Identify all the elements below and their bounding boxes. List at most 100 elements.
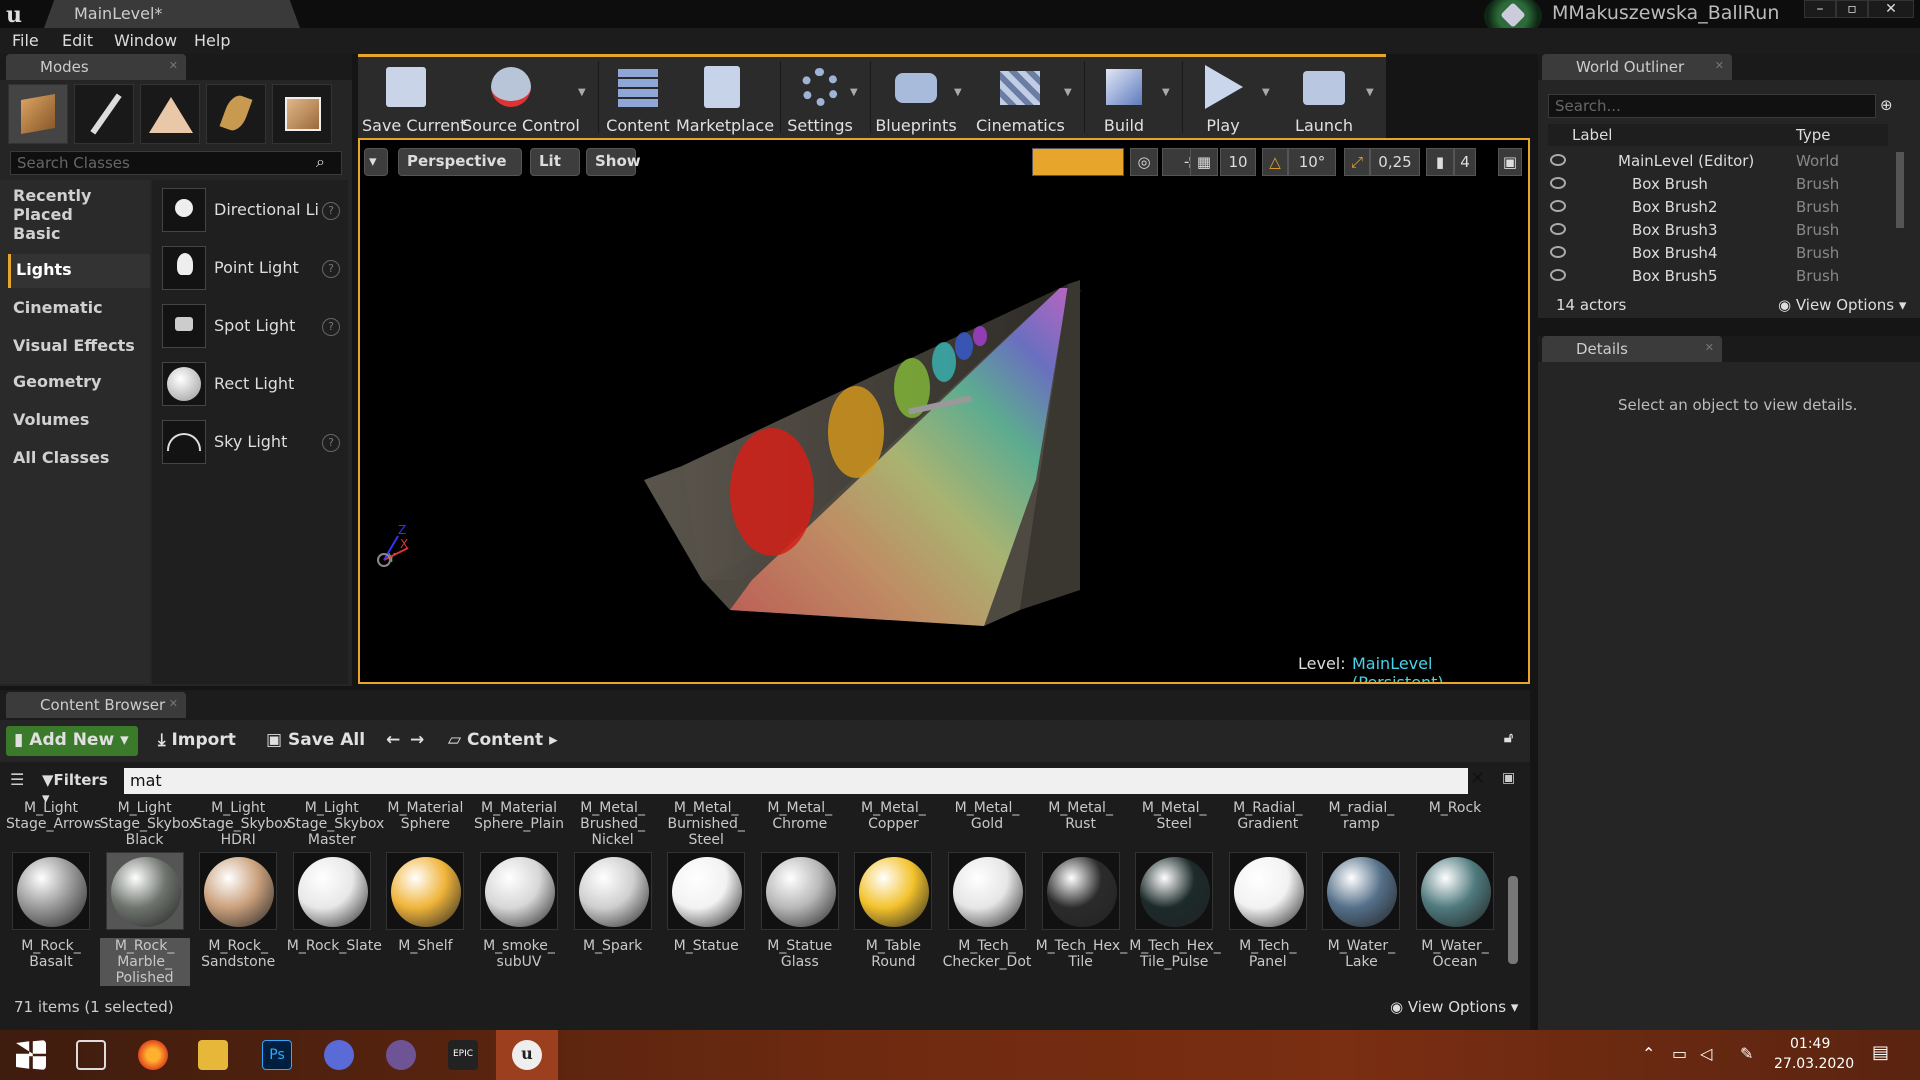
visibility-eye-icon[interactable]	[1550, 269, 1566, 281]
content-view-options[interactable]: ◉ View Options ▾	[1390, 998, 1518, 1016]
start-menu-icon[interactable]	[16, 1040, 46, 1070]
category-basic[interactable]: Basic	[8, 218, 150, 252]
lit-button[interactable]: Lit	[530, 148, 580, 176]
asset-thumbnail[interactable]	[292, 852, 371, 930]
source-control-button[interactable]: Source Control	[462, 57, 580, 137]
asset-thumbnail[interactable]	[760, 852, 839, 930]
asset-thumbnail[interactable]	[199, 852, 278, 930]
asset-label[interactable]: M_radial_ ramp	[1316, 800, 1406, 832]
rotation-snap-icon[interactable]: △	[1262, 148, 1288, 176]
close-tab-icon[interactable]: ✕	[1705, 341, 1714, 354]
asset-thumbnail[interactable]	[386, 852, 465, 930]
maximize-viewport-icon[interactable]: ▣	[1498, 148, 1522, 176]
asset-label[interactable]: M_Tech_Hex_ Tile_Pulse	[1129, 938, 1221, 970]
epic-games-icon[interactable]: EPIC	[448, 1040, 478, 1070]
asset-thumbnail[interactable]	[573, 852, 652, 930]
minimize-button[interactable]: –	[1804, 0, 1836, 18]
light-item-point[interactable]: Point Light ?	[160, 244, 344, 296]
viewport-options-dropdown[interactable]: ▾	[364, 148, 388, 176]
lock-icon[interactable]: 🔓︎	[1496, 726, 1521, 756]
visibility-eye-icon[interactable]	[1550, 246, 1566, 258]
close-tab-icon[interactable]: ✕	[1715, 59, 1724, 72]
clear-search-icon[interactable]: ✕	[1470, 768, 1485, 789]
unreal-editor-taskbar-button[interactable]: u	[496, 1030, 558, 1080]
clock-date[interactable]: 27.03.2020	[1774, 1056, 1854, 1072]
filters-button[interactable]: ▼Filters ▾	[38, 768, 120, 807]
outliner-search-input[interactable]: Search...	[1548, 94, 1876, 118]
build-dropdown-icon[interactable]: ▼	[1162, 87, 1170, 98]
search-classes-input[interactable]: Search Classes	[10, 151, 342, 175]
asset-label[interactable]: M_Metal_ Chrome	[755, 800, 845, 832]
show-button[interactable]: Show	[586, 148, 641, 176]
menu-help[interactable]: Help	[194, 31, 230, 50]
outliner-row[interactable]: Box Brush5 Brush	[1548, 265, 1888, 287]
details-tab[interactable]: Details ✕	[1542, 336, 1722, 362]
outliner-row[interactable]: Box Brush Brush	[1548, 173, 1888, 195]
launch-dropdown-icon[interactable]: ▼	[1366, 87, 1374, 98]
menu-edit[interactable]: Edit	[62, 31, 93, 50]
asset-label[interactable]: M_Material Sphere_Plain	[474, 800, 564, 832]
play-dropdown-icon[interactable]: ▼	[1262, 87, 1270, 98]
volume-icon[interactable]: ◁	[1700, 1044, 1712, 1063]
save-all-button[interactable]: ▣ Save All	[258, 726, 373, 756]
content-search-input[interactable]: mat	[124, 768, 1468, 794]
column-type[interactable]: Type	[1796, 126, 1830, 144]
close-window-button[interactable]: ✕	[1868, 0, 1914, 18]
settings-button[interactable]: Settings	[782, 57, 858, 137]
forward-button[interactable]: →	[402, 726, 432, 756]
outliner-scrollbar[interactable]	[1896, 152, 1904, 228]
asset-label[interactable]: M_Rock_ Basalt	[6, 938, 96, 970]
category-lights[interactable]: Lights	[8, 254, 150, 288]
outliner-row[interactable]: Box Brush3 Brush	[1548, 219, 1888, 241]
asset-thumbnail[interactable]	[1416, 852, 1494, 930]
scale-snap-value[interactable]: 0,25	[1370, 148, 1420, 176]
asset-thumbnail[interactable]	[854, 852, 933, 930]
light-item-directional[interactable]: Directional Light ?	[160, 186, 344, 238]
asset-label[interactable]: M_Metal_ Steel	[1129, 800, 1219, 832]
add-actor-icon[interactable]: ⊕	[1880, 96, 1893, 114]
source-control-dropdown-icon[interactable]: ▼	[578, 87, 586, 98]
launch-button[interactable]: Launch	[1284, 57, 1364, 137]
level-viewport[interactable]: X Z Y ▾ Perspective Lit Show ◎ ⊹ ▦ 10 △ …	[358, 138, 1530, 684]
asset-label[interactable]: M_Material Sphere	[380, 800, 470, 832]
help-icon[interactable]: ?	[322, 202, 340, 220]
asset-label[interactable]: M_Spark	[568, 938, 658, 954]
visibility-eye-icon[interactable]	[1550, 223, 1566, 235]
geometry-edit-mode-icon[interactable]	[272, 84, 332, 144]
asset-label[interactable]: M_Water_ Ocean	[1410, 938, 1500, 970]
outliner-row[interactable]: MainLevel (Editor) World	[1548, 150, 1888, 172]
asset-label[interactable]: M_Rock_ Sandstone	[193, 938, 283, 970]
modes-tab[interactable]: Modes ✕	[6, 54, 186, 80]
sources-toggle-icon[interactable]: ☰	[10, 770, 24, 789]
settings-dropdown-icon[interactable]: ▼	[850, 87, 858, 98]
build-button[interactable]: Build	[1086, 57, 1162, 137]
visibility-eye-icon[interactable]	[1550, 154, 1566, 166]
asset-thumbnail[interactable]	[667, 852, 746, 930]
asset-label[interactable]: M_Tech_Hex_ Tile	[1036, 938, 1128, 970]
content-browser-tab[interactable]: Content Browser ✕	[6, 692, 186, 718]
asset-grid-scrollbar[interactable]	[1508, 876, 1518, 964]
asset-label[interactable]: M_Rock_ Marble_ Polished	[99, 938, 190, 986]
firefox-icon[interactable]	[138, 1040, 168, 1070]
asset-label[interactable]: M_Statue Glass	[755, 938, 845, 970]
asset-label[interactable]: M_Metal_ Brushed_ Nickel	[568, 800, 658, 848]
add-new-button[interactable]: ▮ Add New ▾	[6, 726, 138, 756]
asset-label[interactable]: M_Shelf	[380, 938, 470, 954]
asset-thumbnail[interactable]	[1322, 852, 1401, 930]
category-visual-effects[interactable]: Visual Effects	[8, 330, 150, 364]
category-cinematic[interactable]: Cinematic	[8, 292, 150, 326]
visibility-eye-icon[interactable]	[1550, 177, 1566, 189]
category-all-classes[interactable]: All Classes	[8, 442, 150, 476]
outliner-row[interactable]: Box Brush4 Brush	[1548, 242, 1888, 264]
menu-window[interactable]: Window	[114, 31, 177, 50]
scale-snap-icon[interactable]: ⤢	[1344, 148, 1370, 176]
maximize-button[interactable]: ▫	[1836, 0, 1868, 18]
camera-speed-value[interactable]: 4	[1454, 148, 1476, 176]
asset-label[interactable]: M_Light Stage_Skybox HDRI	[193, 800, 291, 848]
light-item-sky[interactable]: Sky Light ?	[160, 418, 344, 470]
place-mode-icon[interactable]	[8, 84, 68, 144]
outliner-row[interactable]: Box Brush2 Brush	[1548, 196, 1888, 218]
landscape-mode-icon[interactable]	[140, 84, 200, 144]
cinematics-dropdown-icon[interactable]: ▼	[1064, 87, 1072, 98]
clock-time[interactable]: 01:49	[1790, 1036, 1830, 1052]
